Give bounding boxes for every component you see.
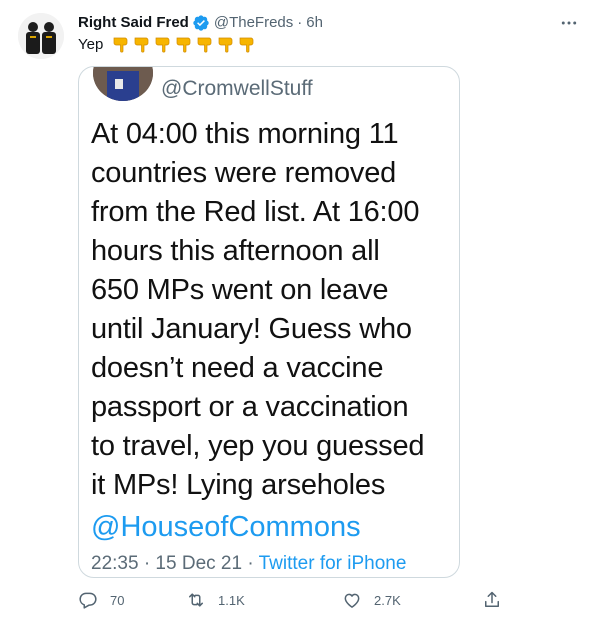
quoted-body-line: hours this afternoon all bbox=[91, 235, 380, 267]
quoted-mention: @HouseofCommons bbox=[91, 511, 361, 543]
pointing-down-emoji-icon bbox=[239, 37, 254, 53]
tweet-timestamp[interactable]: 6h bbox=[306, 14, 323, 32]
share-button[interactable] bbox=[482, 590, 514, 610]
quoted-body-line: from the Red list. At 16:00 bbox=[91, 196, 420, 228]
pointing-down-emoji-icon bbox=[134, 37, 149, 53]
retweet-icon bbox=[189, 593, 203, 607]
verified-badge-icon bbox=[193, 15, 209, 31]
like-button[interactable]: 2.7K bbox=[342, 590, 401, 610]
author-avatar[interactable] bbox=[18, 13, 64, 59]
author-handle[interactable]: @TheFreds bbox=[214, 14, 293, 32]
header-separator: · bbox=[297, 14, 303, 31]
pointing-down-emoji-icon bbox=[155, 37, 170, 53]
author-avatar-image bbox=[18, 13, 64, 59]
tweet-text-content: Yep bbox=[78, 36, 104, 53]
quoted-body-line: 650 MPs went on leave bbox=[91, 274, 389, 306]
reply-button[interactable]: 70 bbox=[78, 590, 124, 610]
quoted-user-avatar bbox=[93, 67, 153, 101]
pointing-down-emoji-icon bbox=[197, 37, 212, 53]
quoted-source: Twitter for iPhone bbox=[258, 553, 407, 574]
quoted-body-line: passport or a vaccination bbox=[91, 391, 409, 423]
quoted-user-handle: @CromwellStuff bbox=[161, 77, 313, 100]
tweet-text: Yep bbox=[78, 35, 255, 55]
pointing-down-emoji-icon bbox=[176, 37, 191, 53]
quoted-timestamp: 22:35 · 15 Dec 21 · bbox=[91, 553, 259, 574]
author-display-name[interactable]: Right Said Fred bbox=[78, 14, 189, 32]
quoted-body-line: it MPs! Lying arseholes bbox=[91, 469, 386, 501]
retweet-count: 1.1K bbox=[218, 592, 245, 608]
pointing-down-emoji-icon bbox=[218, 37, 233, 53]
quoted-body-line: until January! Guess who bbox=[91, 313, 412, 345]
reply-count: 70 bbox=[110, 592, 125, 608]
quoted-body-line: countries were removed bbox=[91, 157, 397, 189]
tweet-media-screenshot[interactable]: @CromwellStuff At 04:00 this morning 11 … bbox=[78, 66, 460, 578]
quoted-body-line: to travel, yep you guessed bbox=[91, 430, 425, 462]
reply-icon bbox=[79, 592, 97, 609]
quoted-meta: 22:35 · 15 Dec 21 · Twitter for iPhone bbox=[91, 553, 406, 575]
tweet-header: Right Said Fred @TheFreds · 6h bbox=[78, 14, 323, 32]
tweet[interactable]: Right Said Fred @TheFreds · 6h Yep @Crom… bbox=[0, 0, 598, 622]
more-options-icon[interactable] bbox=[558, 12, 580, 34]
heart-icon bbox=[344, 593, 360, 608]
share-icon bbox=[485, 591, 499, 607]
pointing-down-emoji-icon bbox=[113, 37, 128, 53]
quoted-body-line: At 04:00 this morning 11 bbox=[91, 118, 399, 150]
tweet-actions: 70 1.1K 2.7K bbox=[78, 590, 508, 614]
quoted-tweet-body: At 04:00 this morning 11 countries were … bbox=[91, 115, 459, 505]
quoted-body-line: doesn’t need a vaccine bbox=[91, 352, 384, 384]
emoji-row bbox=[111, 36, 255, 54]
like-count: 2.7K bbox=[374, 592, 401, 608]
retweet-button[interactable]: 1.1K bbox=[186, 590, 245, 610]
